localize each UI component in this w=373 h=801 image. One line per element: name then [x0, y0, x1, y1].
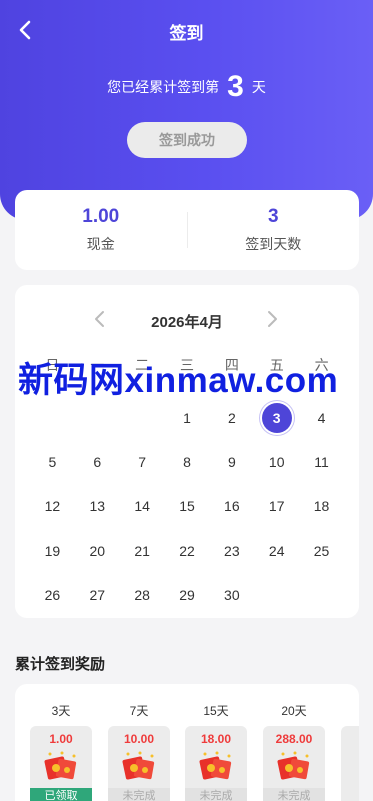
calendar-day-number: 29	[179, 586, 195, 603]
calendar-day[interactable]: 6	[75, 440, 120, 484]
header-banner: 签到 您已经累计签到第 3 天 签到成功	[0, 0, 373, 220]
calendar-day-number: 16	[224, 498, 240, 515]
calendar-day[interactable]: 25	[299, 529, 344, 573]
rewards-title: 累计签到奖励	[15, 656, 106, 673]
calendar-day-number: 24	[268, 542, 285, 559]
calendar-card: 2026年4月 日一二三四五六 1 2 3 4 5 6 7 8 9 10 11 12 13 14 15 16 1…	[15, 285, 359, 618]
streak-prefix: 您已经累计签到第	[107, 79, 220, 95]
red-envelope-icon	[277, 751, 310, 780]
cash-label: 现金	[86, 236, 115, 252]
calendar-day-number: 17	[268, 498, 285, 515]
calendar-day[interactable]: 23	[209, 529, 254, 573]
calendar-day-number: 4	[317, 410, 326, 427]
calendar-day-number: 2	[227, 410, 236, 427]
calendar-day-number: 27	[89, 586, 106, 603]
sign-days-value: 3	[267, 206, 279, 227]
calendar-day[interactable]: 16	[209, 484, 254, 528]
calendar-day[interactable]: 8	[165, 440, 210, 484]
calendar-day[interactable]: 13	[75, 484, 120, 528]
calendar-day-number: 19	[44, 542, 61, 559]
stat-sign-days[interactable]: 3 签到天数	[188, 206, 360, 254]
rewards-card: 3天 1.00 已领取 7天 10.00 未完成 15天 18.00 未完成 20天 288.00 未…	[15, 684, 359, 801]
calendar-day-number: 7	[138, 454, 147, 471]
calendar-day-number: 30	[224, 586, 240, 603]
sign-in-button[interactable]: 签到成功	[127, 122, 247, 158]
reward-card: 18.00 未完成	[185, 726, 247, 801]
reward-amount: 10.00	[123, 732, 155, 746]
calendar-day[interactable]: 26	[30, 573, 75, 617]
streak-count: 3	[227, 70, 244, 103]
reward-card: 10.00 未完成	[108, 726, 170, 801]
calendar-day-number: 8	[183, 454, 191, 471]
calendar-day-number: 28	[134, 586, 150, 603]
red-envelope-icon	[199, 751, 232, 780]
calendar-day[interactable]: 22	[165, 529, 210, 573]
stat-cash[interactable]: 1.00 现金	[15, 206, 187, 254]
calendar-day-number: 14	[134, 498, 150, 515]
calendar-day[interactable]: 10	[254, 440, 299, 484]
page-title: 签到	[169, 24, 204, 43]
reward-status: 已领取	[30, 788, 92, 801]
calendar-day-number: 1	[183, 410, 191, 427]
calendar-day[interactable]: 12	[30, 484, 75, 528]
calendar-day-number: 12	[44, 498, 61, 515]
streak-text: 您已经累计签到第 3 天	[0, 70, 373, 104]
red-envelope-icon	[44, 751, 77, 780]
calendar-day-number: 26	[44, 586, 61, 603]
reward-status: 未完成	[263, 788, 325, 801]
streak-suffix: 天	[251, 79, 266, 95]
calendar-day[interactable]: 30	[209, 573, 254, 617]
calendar-day[interactable]: 14	[120, 484, 165, 528]
reward-day-label: 7天	[129, 704, 149, 718]
watermark: 新码网xinmaw.com	[18, 361, 339, 400]
calendar-day[interactable]: 29	[165, 573, 210, 617]
calendar-day[interactable]: 15	[165, 484, 210, 528]
calendar-day-number: 15	[179, 498, 195, 515]
calendar-day-number: 18	[313, 498, 330, 515]
calendar-day-number: 25	[313, 542, 330, 559]
reward-day-label: 20天	[281, 704, 307, 718]
red-envelope-icon	[122, 751, 155, 780]
next-month-icon[interactable]	[262, 309, 282, 329]
calendar-day-number: 21	[134, 542, 150, 559]
calendar-month: 2026年4月	[151, 314, 223, 331]
calendar-day-number: 20	[89, 542, 106, 559]
calendar-day-number: 11	[314, 454, 329, 471]
reward-status: 未完成	[185, 788, 247, 801]
calendar-day[interactable]: 9	[209, 440, 254, 484]
cash-value: 1.00	[82, 206, 120, 227]
calendar-day[interactable]: 11	[299, 440, 344, 484]
calendar-day-number: 6	[93, 454, 102, 471]
calendar-day-number: 9	[227, 454, 236, 471]
calendar-day[interactable]: 7	[120, 440, 165, 484]
calendar-day[interactable]: 20	[75, 529, 120, 573]
calendar-day-number: 5	[48, 454, 57, 471]
stats-card: 1.00 现金 3 签到天数	[15, 190, 359, 270]
reward-card: 288.00 未完成	[263, 726, 325, 801]
sign-days-label: 签到天数	[245, 236, 302, 252]
calendar-day[interactable]: 27	[75, 573, 120, 617]
reward-amount: 1.00	[49, 732, 73, 746]
reward-day-label: 15天	[203, 704, 229, 718]
reward-card: 1.00 已领取	[30, 726, 92, 801]
calendar-day[interactable]: 24	[254, 529, 299, 573]
calendar-day-number: 10	[268, 454, 285, 471]
calendar-day[interactable]: 17	[254, 484, 299, 528]
calendar-day[interactable]: 19	[30, 529, 75, 573]
calendar-day[interactable]: 21	[120, 529, 165, 573]
reward-card-partial	[341, 726, 359, 801]
calendar-day[interactable]: 28	[120, 573, 165, 617]
reward-day-label: 3天	[51, 704, 71, 718]
calendar-day-number: 13	[89, 498, 106, 515]
reward-amount: 18.00	[200, 732, 232, 746]
calendar-day[interactable]: 5	[30, 440, 75, 484]
calendar-day-number: 23	[224, 542, 240, 559]
reward-amount: 288.00	[275, 732, 313, 746]
calendar-day-number: 3	[261, 403, 292, 434]
calendar-day[interactable]: 18	[299, 484, 344, 528]
reward-status: 未完成	[108, 788, 170, 801]
day-grid: 1 2 3 4 5 6 7 8 9 10 11 12 13 14 15 16 17 18 19 20 21 22 23 24 2…	[30, 396, 344, 617]
calendar-day-number: 22	[179, 542, 195, 559]
